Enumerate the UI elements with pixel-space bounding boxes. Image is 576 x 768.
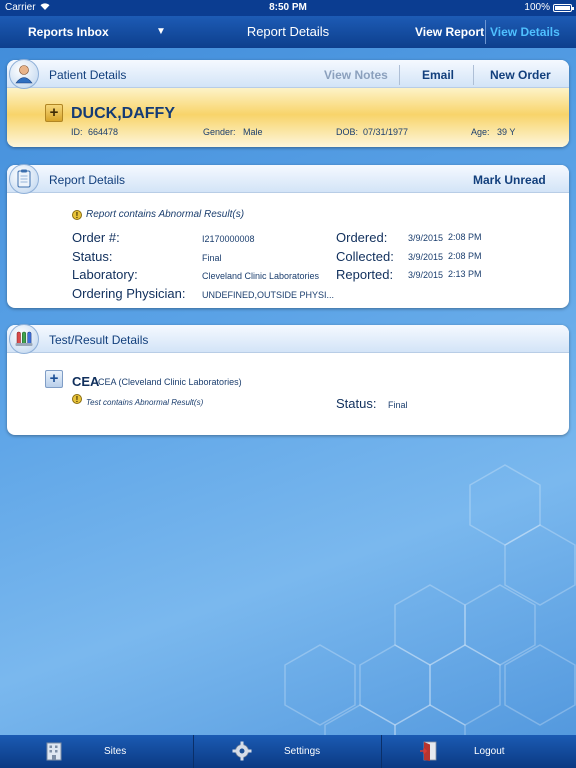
reported-label: Reported:: [336, 267, 394, 282]
order-number: I2170000008: [202, 234, 255, 244]
test-status: Final: [388, 400, 408, 410]
ordering-physician: UNDEFINED,OUTSIDE PHYSI...: [202, 290, 335, 300]
clipboard-icon: [9, 164, 39, 194]
patient-gender: Male: [243, 127, 263, 137]
navigation-bar: Reports Inbox ▼ Report Details View Repo…: [0, 16, 576, 48]
reported-time: 2:13 PM: [448, 269, 482, 279]
id-label: ID:: [71, 127, 83, 137]
laboratory-name: Cleveland Clinic Laboratories: [202, 271, 320, 281]
settings-label: Settings: [284, 746, 321, 757]
view-notes-button[interactable]: View Notes: [324, 68, 388, 82]
warning-icon: !: [72, 210, 82, 220]
warning-icon: !: [72, 394, 82, 404]
tab-logout[interactable]: Logout: [382, 735, 576, 768]
physician-label: Ordering Physician:: [72, 286, 186, 301]
new-order-button[interactable]: New Order: [490, 68, 551, 82]
expand-test-icon[interactable]: +: [45, 370, 63, 388]
patient-id: 664478: [88, 127, 119, 137]
test-code: CEA: [72, 374, 100, 389]
ordered-label: Ordered:: [336, 230, 388, 245]
age-label: Age:: [471, 127, 490, 137]
collected-time: 2:08 PM: [448, 251, 482, 261]
tab-settings[interactable]: Settings: [194, 735, 381, 768]
patient-details-panel: Patient Details View Notes Email New Ord…: [7, 60, 569, 147]
header-divider: [399, 65, 400, 85]
header-divider: [473, 65, 474, 85]
mark-unread-button[interactable]: Mark Unread: [473, 173, 546, 187]
test-abnormal-note: Test contains Abnormal Result(s): [86, 398, 204, 407]
test-description: CEA (Cleveland Clinic Laboratories): [98, 377, 242, 387]
status-bar: Carrier 8:50 PM 100%: [0, 0, 576, 16]
clock: 8:50 PM: [269, 2, 307, 13]
bottom-tab-bar: Sites Settings Logout: [0, 735, 576, 768]
expand-patient-icon[interactable]: +: [45, 104, 63, 122]
tab-sites[interactable]: Sites: [0, 735, 193, 768]
battery-icon: [553, 4, 574, 12]
view-report-button[interactable]: View Report: [415, 25, 484, 39]
test-result-title: Test/Result Details: [49, 333, 149, 347]
patient-dob: 07/31/1977: [363, 127, 409, 137]
status-label: Status:: [72, 249, 113, 264]
patient-person-icon: [9, 59, 39, 89]
logout-label: Logout: [474, 746, 505, 757]
gender-label: Gender:: [203, 127, 236, 137]
patient-details-header: Patient Details View Notes Email New Ord…: [7, 60, 569, 88]
settings-gear-icon: [231, 740, 253, 767]
test-result-details-panel: Test/Result Details + CEA CEA (Cleveland…: [7, 325, 569, 435]
report-status: Final: [202, 253, 222, 263]
test-status-label: Status:: [336, 396, 377, 411]
collected-label: Collected:: [336, 249, 394, 264]
test-result-header: Test/Result Details: [7, 325, 569, 353]
test-tubes-icon: [9, 324, 39, 354]
laboratory-label: Laboratory:: [72, 267, 138, 282]
report-abnormal-note: Report contains Abnormal Result(s): [86, 209, 245, 220]
patient-name: DUCK,DAFFY: [71, 105, 175, 122]
report-details-title: Report Details: [49, 173, 126, 187]
reported-date: 3/9/2015: [408, 270, 444, 280]
nav-divider: [485, 20, 486, 44]
dob-label: DOB:: [336, 127, 359, 137]
ordered-time: 2:08 PM: [448, 232, 482, 242]
report-details-panel: Report Details Mark Unread ! Report cont…: [7, 165, 569, 308]
patient-details-title: Patient Details: [49, 68, 127, 82]
collected-date: 3/9/2015: [408, 252, 444, 262]
report-details-header: Report Details Mark Unread: [7, 165, 569, 193]
view-details-button[interactable]: View Details: [490, 25, 560, 39]
ordered-date: 3/9/2015: [408, 233, 444, 243]
logout-door-icon: [418, 740, 440, 767]
email-button[interactable]: Email: [422, 68, 454, 82]
battery-percent: 100%: [524, 2, 550, 13]
sites-building-icon: [43, 740, 65, 767]
order-label: Order #:: [72, 230, 120, 245]
sites-label: Sites: [104, 746, 127, 757]
patient-age: 39 Y: [497, 127, 516, 137]
